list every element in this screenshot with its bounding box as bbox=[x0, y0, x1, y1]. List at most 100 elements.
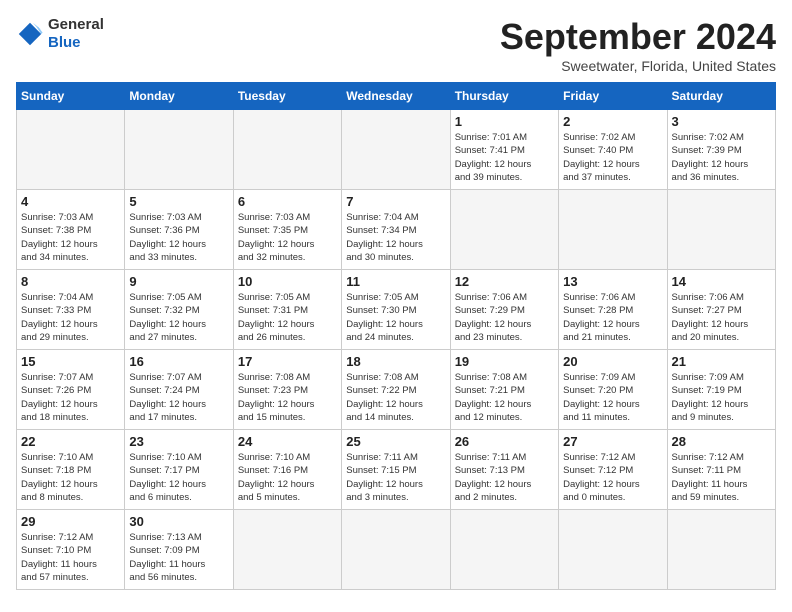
day-number: 22 bbox=[21, 434, 120, 449]
day-info: Sunrise: 7:12 AM Sunset: 7:11 PM Dayligh… bbox=[672, 451, 771, 504]
day-info: Sunrise: 7:10 AM Sunset: 7:17 PM Dayligh… bbox=[129, 451, 228, 504]
day-info: Sunrise: 7:05 AM Sunset: 7:30 PM Dayligh… bbox=[346, 291, 445, 344]
calendar-cell: 26 Sunrise: 7:11 AM Sunset: 7:13 PM Dayli… bbox=[450, 430, 558, 510]
calendar-cell: 20 Sunrise: 7:09 AM Sunset: 7:20 PM Dayli… bbox=[559, 350, 667, 430]
day-number: 20 bbox=[563, 354, 662, 369]
header: General Blue September 2024 Sweetwater, … bbox=[16, 16, 776, 74]
calendar-cell: 24Sunrise: 7:10 AM Sunset: 7:16 PM Dayli… bbox=[233, 430, 341, 510]
day-info: Sunrise: 7:10 AM Sunset: 7:18 PM Dayligh… bbox=[21, 451, 120, 504]
calendar-cell bbox=[667, 190, 775, 270]
weekday-header: Thursday bbox=[450, 83, 558, 110]
calendar-cell: 8 Sunrise: 7:04 AM Sunset: 7:33 PM Daylig… bbox=[17, 270, 125, 350]
calendar-week-row: 29Sunrise: 7:12 AM Sunset: 7:10 PM Dayli… bbox=[17, 510, 776, 590]
calendar-cell bbox=[17, 110, 125, 190]
day-info: Sunrise: 7:08 AM Sunset: 7:23 PM Dayligh… bbox=[238, 371, 337, 424]
day-info: Sunrise: 7:05 AM Sunset: 7:32 PM Dayligh… bbox=[129, 291, 228, 344]
calendar-cell bbox=[233, 110, 341, 190]
day-number: 16 bbox=[129, 354, 228, 369]
calendar-cell: 7 Sunrise: 7:04 AM Sunset: 7:34 PM Daylig… bbox=[342, 190, 450, 270]
calendar-cell bbox=[450, 510, 558, 590]
calendar-cell: 9 Sunrise: 7:05 AM Sunset: 7:32 PM Daylig… bbox=[125, 270, 233, 350]
calendar-cell bbox=[559, 510, 667, 590]
day-number: 11 bbox=[346, 274, 445, 289]
calendar-cell: 30Sunrise: 7:13 AM Sunset: 7:09 PM Dayli… bbox=[125, 510, 233, 590]
day-info: Sunrise: 7:02 AM Sunset: 7:40 PM Dayligh… bbox=[563, 131, 662, 184]
day-info: Sunrise: 7:03 AM Sunset: 7:35 PM Dayligh… bbox=[238, 211, 337, 264]
calendar-cell: 18 Sunrise: 7:08 AM Sunset: 7:22 PM Dayli… bbox=[342, 350, 450, 430]
day-info: Sunrise: 7:01 AM Sunset: 7:41 PM Dayligh… bbox=[455, 131, 554, 184]
title-area: September 2024 Sweetwater, Florida, Unit… bbox=[500, 16, 776, 74]
day-number: 17 bbox=[238, 354, 337, 369]
day-info: Sunrise: 7:07 AM Sunset: 7:24 PM Dayligh… bbox=[129, 371, 228, 424]
day-number: 10 bbox=[238, 274, 337, 289]
day-number: 4 bbox=[21, 194, 120, 209]
weekday-header: Sunday bbox=[17, 83, 125, 110]
calendar-cell: 23 Sunrise: 7:10 AM Sunset: 7:17 PM Dayli… bbox=[125, 430, 233, 510]
logo: General Blue bbox=[16, 16, 104, 52]
calendar-cell: 21 Sunrise: 7:09 AM Sunset: 7:19 PM Dayli… bbox=[667, 350, 775, 430]
day-number: 21 bbox=[672, 354, 771, 369]
day-info: Sunrise: 7:10 AM Sunset: 7:16 PM Dayligh… bbox=[238, 451, 337, 504]
weekday-header: Friday bbox=[559, 83, 667, 110]
day-number: 19 bbox=[455, 354, 554, 369]
day-info: Sunrise: 7:04 AM Sunset: 7:33 PM Dayligh… bbox=[21, 291, 120, 344]
calendar-cell bbox=[233, 510, 341, 590]
calendar-cell: 6Sunrise: 7:03 AM Sunset: 7:35 PM Daylig… bbox=[233, 190, 341, 270]
day-number: 18 bbox=[346, 354, 445, 369]
day-number: 1 bbox=[455, 114, 554, 129]
day-number: 9 bbox=[129, 274, 228, 289]
calendar-week-row: 22 Sunrise: 7:10 AM Sunset: 7:18 PM Dayli… bbox=[17, 430, 776, 510]
weekday-header: Wednesday bbox=[342, 83, 450, 110]
day-number: 5 bbox=[129, 194, 228, 209]
day-info: Sunrise: 7:08 AM Sunset: 7:21 PM Dayligh… bbox=[455, 371, 554, 424]
day-info: Sunrise: 7:12 AM Sunset: 7:10 PM Dayligh… bbox=[21, 531, 120, 584]
calendar-cell: 12Sunrise: 7:06 AM Sunset: 7:29 PM Dayli… bbox=[450, 270, 558, 350]
calendar-cell: 19 Sunrise: 7:08 AM Sunset: 7:21 PM Dayli… bbox=[450, 350, 558, 430]
day-info: Sunrise: 7:08 AM Sunset: 7:22 PM Dayligh… bbox=[346, 371, 445, 424]
logo-blue: Blue bbox=[48, 34, 81, 51]
calendar-table: SundayMondayTuesdayWednesdayThursdayFrid… bbox=[16, 82, 776, 590]
calendar-week-row: 1 Sunrise: 7:01 AM Sunset: 7:41 PM Daylig… bbox=[17, 110, 776, 190]
day-info: Sunrise: 7:12 AM Sunset: 7:12 PM Dayligh… bbox=[563, 451, 662, 504]
month-title: September 2024 bbox=[500, 16, 776, 58]
day-info: Sunrise: 7:04 AM Sunset: 7:34 PM Dayligh… bbox=[346, 211, 445, 264]
day-info: Sunrise: 7:06 AM Sunset: 7:28 PM Dayligh… bbox=[563, 291, 662, 344]
logo-general: General bbox=[48, 16, 104, 33]
day-info: Sunrise: 7:06 AM Sunset: 7:29 PM Dayligh… bbox=[455, 291, 554, 344]
day-info: Sunrise: 7:09 AM Sunset: 7:19 PM Dayligh… bbox=[672, 371, 771, 424]
calendar-cell: 3Sunrise: 7:02 AM Sunset: 7:39 PM Daylig… bbox=[667, 110, 775, 190]
calendar-cell: 4Sunrise: 7:03 AM Sunset: 7:38 PM Daylig… bbox=[17, 190, 125, 270]
day-info: Sunrise: 7:11 AM Sunset: 7:13 PM Dayligh… bbox=[455, 451, 554, 504]
day-info: Sunrise: 7:05 AM Sunset: 7:31 PM Dayligh… bbox=[238, 291, 337, 344]
calendar-week-row: 4Sunrise: 7:03 AM Sunset: 7:38 PM Daylig… bbox=[17, 190, 776, 270]
weekday-header: Monday bbox=[125, 83, 233, 110]
day-number: 7 bbox=[346, 194, 445, 209]
weekday-header: Saturday bbox=[667, 83, 775, 110]
calendar-cell: 29Sunrise: 7:12 AM Sunset: 7:10 PM Dayli… bbox=[17, 510, 125, 590]
weekday-header: Tuesday bbox=[233, 83, 341, 110]
calendar-header-row: SundayMondayTuesdayWednesdayThursdayFrid… bbox=[17, 83, 776, 110]
day-number: 30 bbox=[129, 514, 228, 529]
day-info: Sunrise: 7:09 AM Sunset: 7:20 PM Dayligh… bbox=[563, 371, 662, 424]
day-number: 26 bbox=[455, 434, 554, 449]
calendar-cell bbox=[342, 110, 450, 190]
calendar-cell: 5 Sunrise: 7:03 AM Sunset: 7:36 PM Daylig… bbox=[125, 190, 233, 270]
calendar-cell bbox=[559, 190, 667, 270]
calendar-cell: 16 Sunrise: 7:07 AM Sunset: 7:24 PM Dayli… bbox=[125, 350, 233, 430]
calendar-week-row: 8 Sunrise: 7:04 AM Sunset: 7:33 PM Daylig… bbox=[17, 270, 776, 350]
day-number: 13 bbox=[563, 274, 662, 289]
day-number: 25 bbox=[346, 434, 445, 449]
day-number: 3 bbox=[672, 114, 771, 129]
calendar-cell: 2 Sunrise: 7:02 AM Sunset: 7:40 PM Daylig… bbox=[559, 110, 667, 190]
day-number: 2 bbox=[563, 114, 662, 129]
calendar-cell: 1 Sunrise: 7:01 AM Sunset: 7:41 PM Daylig… bbox=[450, 110, 558, 190]
calendar-cell: 14 Sunrise: 7:06 AM Sunset: 7:27 PM Dayli… bbox=[667, 270, 775, 350]
day-number: 23 bbox=[129, 434, 228, 449]
calendar-cell: 25Sunrise: 7:11 AM Sunset: 7:15 PM Dayli… bbox=[342, 430, 450, 510]
calendar-cell bbox=[342, 510, 450, 590]
day-info: Sunrise: 7:03 AM Sunset: 7:36 PM Dayligh… bbox=[129, 211, 228, 264]
day-number: 14 bbox=[672, 274, 771, 289]
day-number: 28 bbox=[672, 434, 771, 449]
day-info: Sunrise: 7:06 AM Sunset: 7:27 PM Dayligh… bbox=[672, 291, 771, 344]
day-number: 8 bbox=[21, 274, 120, 289]
